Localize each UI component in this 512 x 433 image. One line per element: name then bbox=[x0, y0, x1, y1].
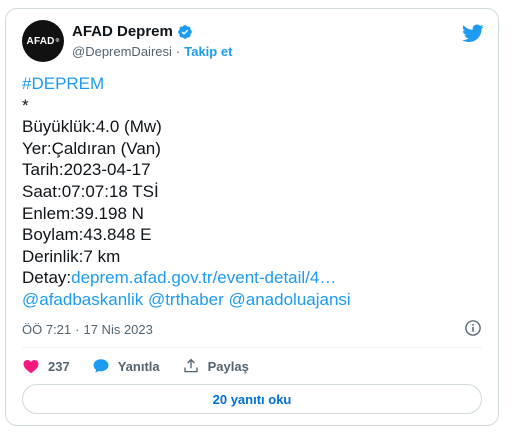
longitude-line: Boylam:43.848 E bbox=[22, 225, 152, 245]
avatar[interactable]: AFAD ® bbox=[22, 20, 64, 62]
account-name[interactable]: AFAD Deprem bbox=[72, 23, 173, 40]
mentions-links[interactable]: @afadbaskanlik @trthaber @anadoluajansi bbox=[22, 289, 482, 311]
tweet-card: AFAD ® AFAD Deprem @DepremDairesi · Takip… bbox=[5, 8, 499, 426]
divider bbox=[22, 347, 482, 348]
avatar-text: AFAD bbox=[26, 35, 55, 47]
share-action[interactable]: Paylaş bbox=[182, 357, 249, 375]
reply-label: Yanıtla bbox=[117, 358, 160, 374]
tweet-meta: ÖÖ 7:21 · 17 Nis 2023 bbox=[22, 319, 482, 339]
location-line: Yer:Çaldıran (Van) bbox=[22, 138, 161, 158]
twitter-bird-icon[interactable] bbox=[462, 22, 484, 44]
star-line: * bbox=[22, 95, 29, 115]
meta-separator: · bbox=[75, 321, 80, 337]
heart-icon bbox=[23, 360, 39, 374]
detail-line: Detay:deprem.afad.gov.tr/event-detail/4… bbox=[22, 267, 482, 289]
follow-button[interactable]: Takip et bbox=[184, 44, 232, 59]
reply-bubble-icon bbox=[93, 359, 109, 373]
detail-label: Detay: bbox=[22, 268, 72, 288]
read-replies-button[interactable]: 20 yanıtı oku bbox=[22, 384, 482, 414]
share-icon bbox=[183, 358, 198, 373]
depth-line: Derinlik:7 km bbox=[22, 246, 121, 266]
magnitude-line: Büyüklük:4.0 (Mw) bbox=[22, 117, 162, 137]
avatar-trademark: ® bbox=[55, 38, 60, 44]
info-icon[interactable] bbox=[464, 319, 482, 337]
account-handle-row: @DepremDairesi · Takip et bbox=[72, 44, 232, 59]
like-count: 237 bbox=[48, 358, 70, 374]
tweet-text: #DEPREM * Büyüklük:4.0 (Mw) Yer:Çaldıran… bbox=[22, 73, 482, 311]
account-handle[interactable]: @DepremDairesi bbox=[72, 44, 172, 59]
latitude-line: Enlem:39.198 N bbox=[22, 203, 144, 223]
tweet-date[interactable]: 17 Nis 2023 bbox=[83, 322, 152, 337]
verified-badge-icon bbox=[178, 24, 192, 39]
detail-link[interactable]: deprem.afad.gov.tr/event-detail/4… bbox=[71, 268, 336, 287]
time-line: Saat:07:07:18 TSİ bbox=[22, 181, 159, 201]
handle-separator: · bbox=[175, 44, 181, 59]
tweet-time[interactable]: ÖÖ 7:21 bbox=[22, 322, 71, 337]
hashtag-link[interactable]: #DEPREM bbox=[22, 73, 482, 95]
tweet-header: AFAD ® AFAD Deprem @DepremDairesi · Takip… bbox=[22, 20, 484, 64]
share-label: Paylaş bbox=[207, 358, 249, 374]
like-action[interactable]: 237 bbox=[22, 357, 70, 375]
reply-action[interactable]: Yanıtla bbox=[92, 357, 160, 375]
account-name-row: AFAD Deprem bbox=[72, 23, 193, 40]
tweet-actions: 237 Yanıtla Paylaş bbox=[22, 354, 249, 378]
date-line: Tarih:2023-04-17 bbox=[22, 160, 151, 180]
